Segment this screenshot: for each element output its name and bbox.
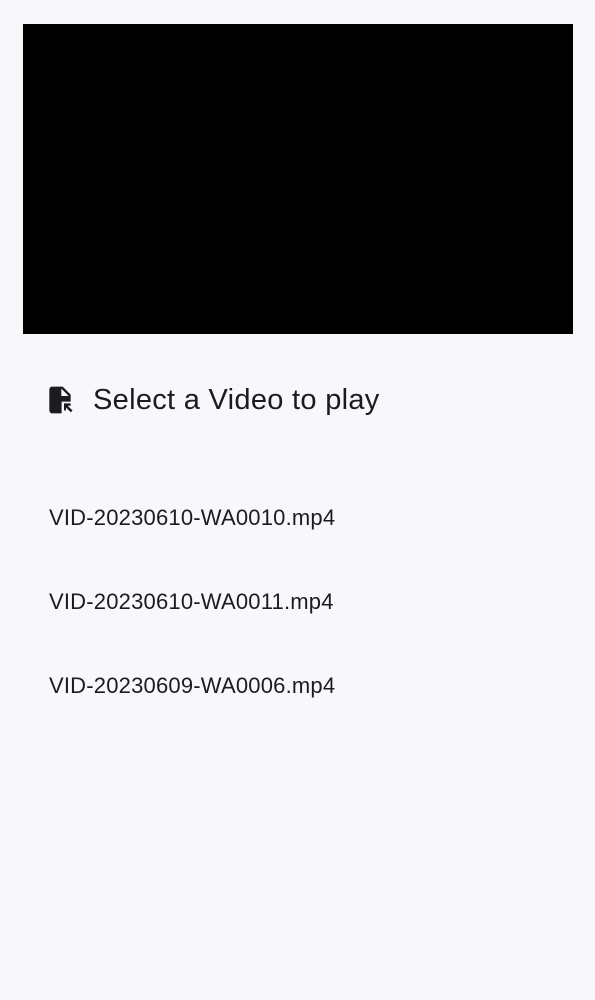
- video-file-name: VID-20230610-WA0011.mp4: [49, 589, 334, 614]
- file-select-icon: [44, 383, 78, 417]
- select-video-button[interactable]: Select a Video to play: [44, 378, 380, 422]
- video-player[interactable]: [23, 24, 573, 334]
- video-list: VID-20230610-WA0010.mp4 VID-20230610-WA0…: [0, 476, 595, 728]
- video-file-name: VID-20230610-WA0010.mp4: [49, 505, 336, 530]
- video-file-name: VID-20230609-WA0006.mp4: [49, 673, 336, 698]
- video-list-item[interactable]: VID-20230609-WA0006.mp4: [0, 644, 595, 728]
- select-video-label: Select a Video to play: [93, 383, 380, 416]
- video-list-item[interactable]: VID-20230610-WA0011.mp4: [0, 560, 595, 644]
- video-list-item[interactable]: VID-20230610-WA0010.mp4: [0, 476, 595, 560]
